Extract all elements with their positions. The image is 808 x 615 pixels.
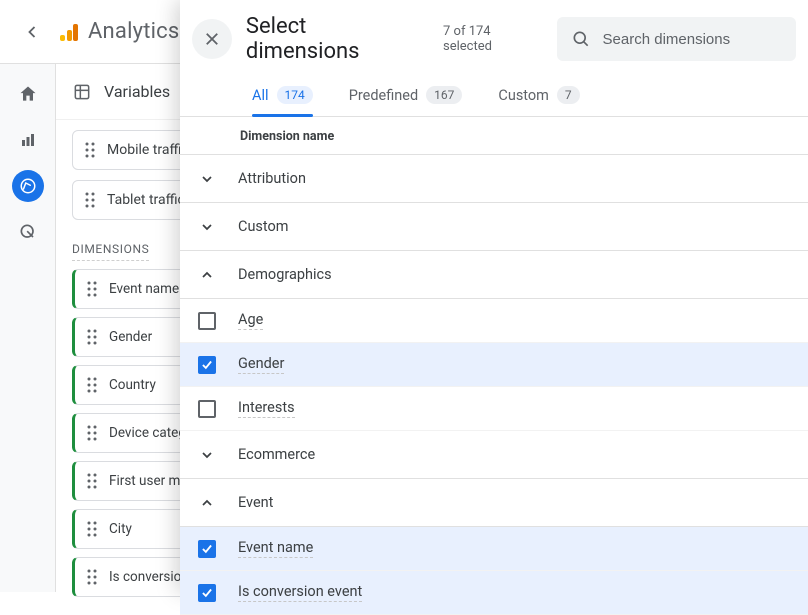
select-dimensions-dialog: Select dimensions 7 of 174 selected All … — [180, 0, 808, 592]
check-icon — [200, 586, 214, 600]
group-label: Demographics — [238, 266, 332, 283]
tab-custom[interactable]: Custom 7 — [498, 86, 579, 116]
tab-count-badge: 167 — [426, 86, 462, 104]
checkbox[interactable] — [198, 584, 216, 602]
dimension-item-label: Age — [238, 311, 263, 330]
tab-label: Custom — [498, 87, 549, 104]
group-label: Custom — [238, 218, 289, 235]
tab-count-badge: 174 — [277, 86, 313, 104]
dimension-item-label: Gender — [238, 355, 284, 374]
search-box[interactable] — [557, 17, 796, 61]
checkbox[interactable] — [198, 312, 216, 330]
search-icon — [571, 29, 591, 49]
group-attribution[interactable]: Attribution — [180, 155, 808, 203]
group-custom[interactable]: Custom — [180, 203, 808, 251]
tab-label: Predefined — [349, 87, 418, 104]
dialog-title: Select dimensions — [246, 14, 425, 64]
close-button[interactable] — [192, 19, 232, 59]
group-demographics[interactable]: Demographics — [180, 251, 808, 299]
tab-label: All — [252, 87, 269, 104]
chevron-up-icon — [198, 267, 216, 283]
checkbox[interactable] — [198, 540, 216, 558]
dimension-item-event-name[interactable]: Event name — [180, 527, 808, 571]
dimension-item-label: Is conversion event — [238, 583, 362, 602]
dialog-header: Select dimensions 7 of 174 selected — [180, 0, 808, 64]
close-icon — [203, 30, 221, 48]
chevron-down-icon — [198, 219, 216, 235]
dimension-item-is-conversion[interactable]: Is conversion event — [180, 571, 808, 615]
dimension-item-label: Interests — [238, 399, 295, 418]
dialog-tabs: All 174 Predefined 167 Custom 7 — [180, 86, 808, 117]
list-header: Dimension name — [180, 117, 808, 155]
group-label: Attribution — [238, 170, 306, 187]
dialog-subtitle: 7 of 174 selected — [443, 24, 543, 54]
dimension-item-age[interactable]: Age — [180, 299, 808, 343]
tab-all[interactable]: All 174 — [252, 86, 313, 116]
group-label: Ecommerce — [238, 446, 315, 463]
dimension-item-label: Event name — [238, 539, 313, 558]
group-event[interactable]: Event — [180, 479, 808, 527]
checkbox[interactable] — [198, 400, 216, 418]
chevron-down-icon — [198, 171, 216, 187]
group-ecommerce[interactable]: Ecommerce — [180, 431, 808, 479]
check-icon — [200, 358, 214, 372]
dimension-item-gender[interactable]: Gender — [180, 343, 808, 387]
checkbox[interactable] — [198, 356, 216, 374]
check-icon — [200, 542, 214, 556]
tab-count-badge: 7 — [557, 86, 580, 104]
search-input[interactable] — [603, 31, 783, 48]
group-label: Event — [238, 494, 273, 511]
dimension-item-interests[interactable]: Interests — [180, 387, 808, 431]
chevron-up-icon — [198, 495, 216, 511]
tab-predefined[interactable]: Predefined 167 — [349, 86, 463, 116]
chevron-down-icon — [198, 447, 216, 463]
